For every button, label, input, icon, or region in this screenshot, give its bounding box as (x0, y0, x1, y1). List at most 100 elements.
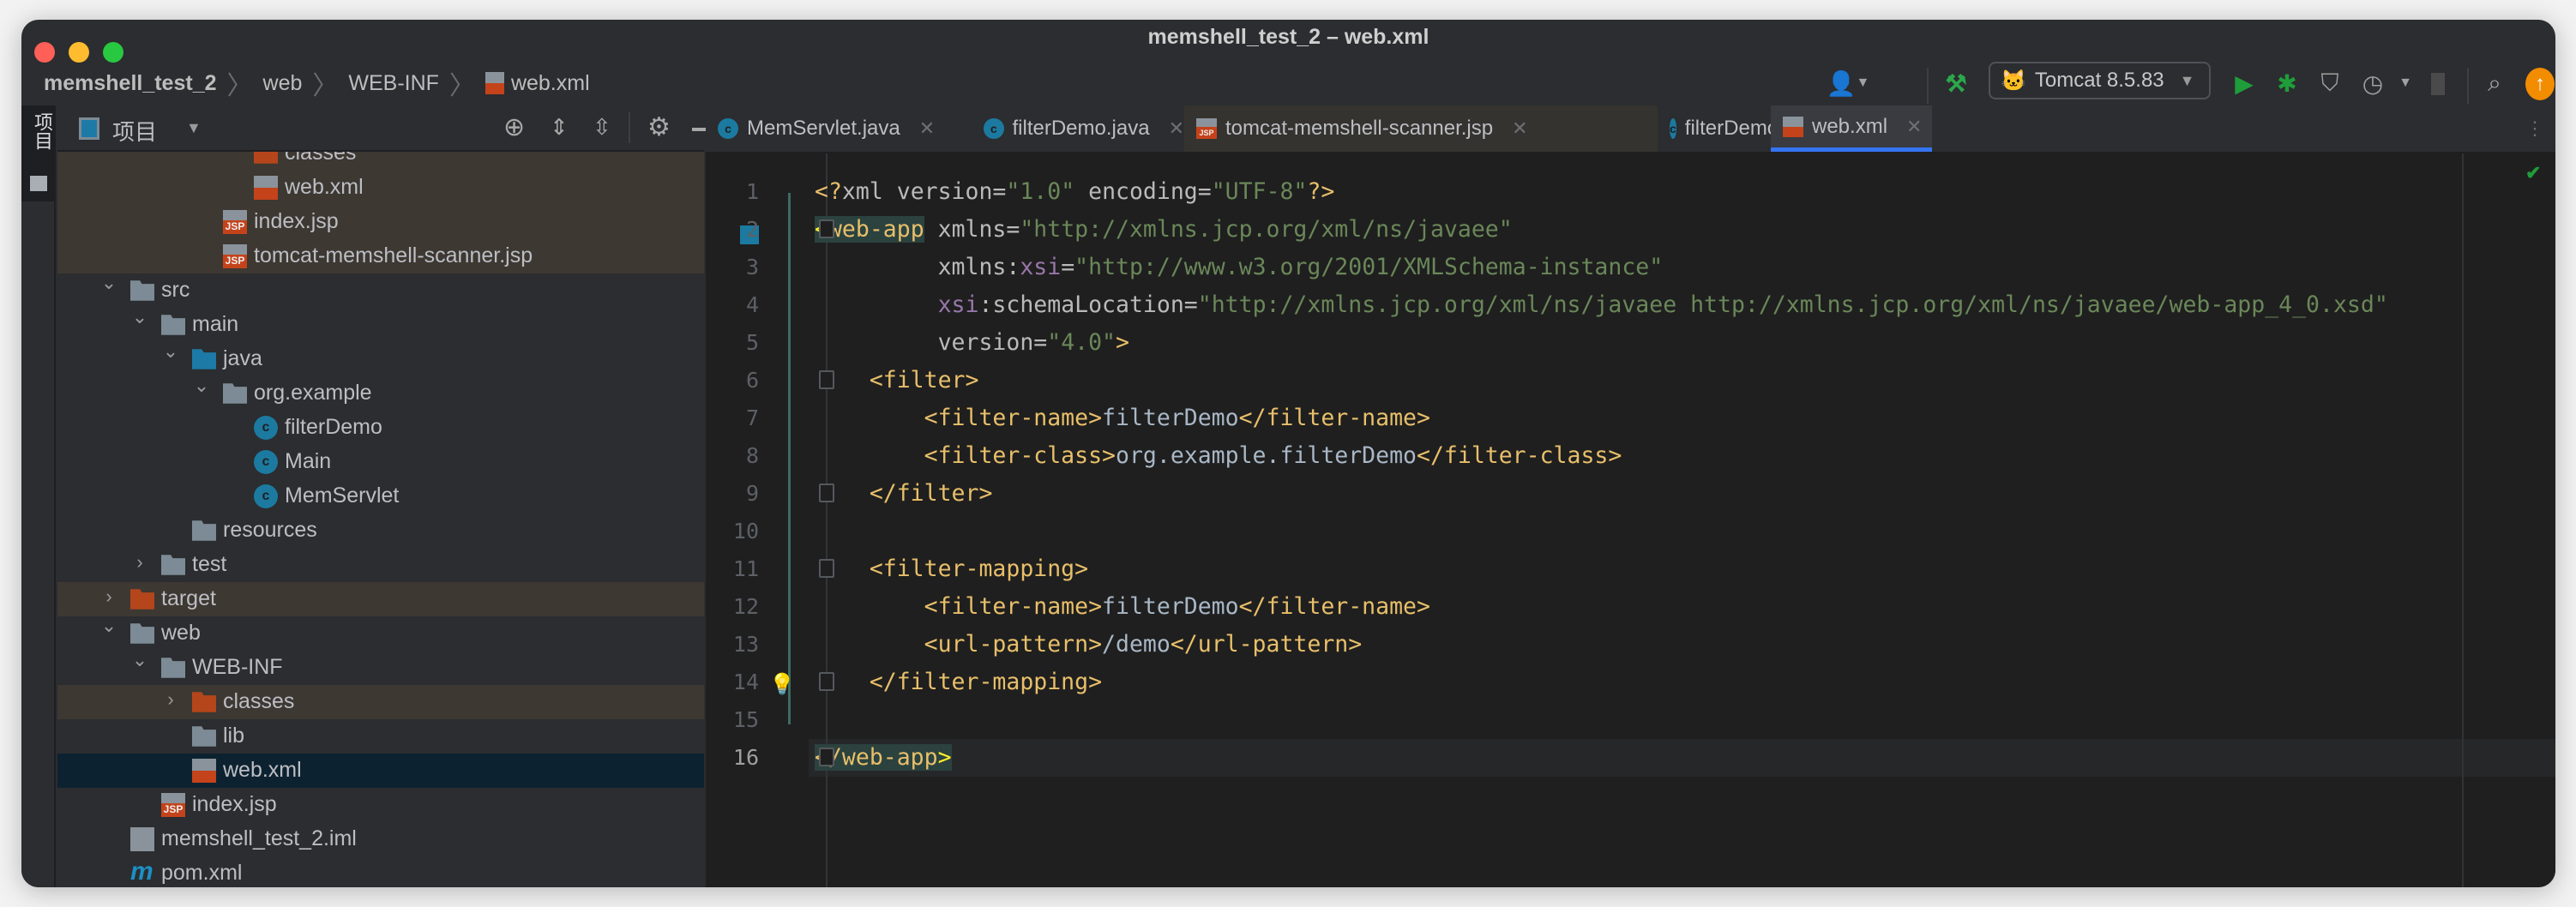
run-configuration-select[interactable]: 🐱 Tomcat 8.5.83 ▼ (1989, 62, 2211, 99)
tree-item[interactable]: › target (57, 582, 704, 616)
code-editor[interactable]: ✔ 💡 1 <?xml version="1.0" encoding="UTF-8… (706, 153, 2555, 887)
chevron-right-icon: 〉 (312, 72, 339, 100)
tree-item[interactable]: memshell_test_2.iml (57, 822, 704, 856)
fold-marker-icon[interactable] (819, 370, 834, 389)
collapse-all-icon[interactable]: ⇳ (593, 114, 611, 141)
tab-label: web.xml (1812, 114, 1888, 138)
locate-file-crosshair-icon[interactable]: ⊕ (503, 112, 525, 142)
tree-item[interactable]: ⌄ java (57, 340, 704, 376)
editor-tab-bar: ⋮ c MemServlet.java ✕ c filterDemo.java ✕ JSP t… (706, 105, 2555, 153)
code-line[interactable]: <filter-class>org.example.filterDemo</fi… (815, 437, 1622, 475)
close-tab-icon[interactable]: ✕ (1512, 117, 1527, 140)
tree-item[interactable]: JSP index.jsp (57, 205, 704, 239)
chevron-down-icon[interactable]: ⌄ (224, 152, 241, 157)
class-icon: c (254, 484, 278, 508)
breadcrumb-web-inf[interactable]: WEB-INF (348, 71, 439, 96)
tree-item[interactable]: ⌄ src (57, 272, 704, 308)
chevron-down-icon[interactable]: ⌄ (100, 615, 117, 637)
gear-icon[interactable]: ⚙ (647, 112, 671, 142)
update-available-icon[interactable]: ↑ (2525, 68, 2555, 100)
fold-marker-icon[interactable] (819, 748, 834, 766)
line-number: 1 (745, 179, 759, 204)
tree-item[interactable]: JSP tomcat-memshell-scanner.jsp (57, 239, 704, 273)
code-line[interactable]: version="4.0"> (815, 324, 1129, 362)
tab-tomcat-memshell-scanner-jsp[interactable]: JSP tomcat-memshell-scanner.jsp ✕ (1184, 105, 1658, 152)
intention-bulb-icon[interactable]: 💡 (769, 672, 795, 697)
tree-item[interactable]: JSP index.jsp (57, 788, 704, 822)
fold-marker-icon[interactable] (819, 559, 834, 578)
code-line[interactable]: </web-app> (815, 739, 952, 777)
tree-item[interactable]: web.xml (57, 754, 704, 788)
tree-item[interactable]: resources (57, 514, 704, 548)
tree-item[interactable]: web.xml (57, 171, 704, 205)
close-tab-icon[interactable]: ✕ (1169, 117, 1184, 140)
chevron-right-icon[interactable]: › (162, 688, 179, 711)
user-account-icon[interactable]: 👤 ▼ (1827, 66, 1870, 100)
code-line[interactable]: </filter> (815, 475, 993, 513)
xml-file-icon (1783, 116, 1803, 137)
tab-memservlet-java[interactable]: c MemServlet.java ✕ (706, 105, 972, 152)
build-hammer-icon[interactable]: ⚒ (1941, 66, 1971, 100)
tree-item[interactable]: ⌄ main (57, 306, 704, 342)
debug-bug-icon[interactable]: ✱ (2274, 66, 2300, 100)
more-run-options-chevron-icon[interactable]: ▼ (2397, 66, 2414, 100)
code-line[interactable]: <web-app xmlns="http://xmlns.jcp.org/xml… (815, 211, 1513, 249)
code-line[interactable]: <?xml version="1.0" encoding="UTF-8"?> (815, 173, 1334, 211)
chevron-down-icon[interactable]: ⌄ (131, 306, 148, 328)
tab-web-xml[interactable]: web.xml ✕ (1771, 105, 1932, 152)
breadcrumb-project[interactable]: memshell_test_2 (44, 71, 217, 96)
code-line[interactable]: <url-pattern>/demo</url-pattern> (815, 626, 1363, 664)
profile-icon[interactable]: ◷ (2360, 66, 2386, 100)
close-tab-icon[interactable]: ✕ (919, 117, 935, 140)
code-line[interactable]: <filter-name>filterDemo</filter-name> (815, 399, 1430, 437)
expand-all-icon[interactable]: ⇕ (550, 114, 569, 141)
breadcrumb-web[interactable]: web (263, 71, 303, 96)
chevron-down-icon[interactable]: ⌄ (193, 375, 210, 397)
code-line[interactable]: <filter> (815, 362, 979, 399)
close-tab-icon[interactable]: ✕ (1906, 116, 1922, 138)
code-line[interactable]: <filter-mapping> (815, 550, 1088, 588)
tab-filterdemo-java[interactable]: c filterDemo.java ✕ (972, 105, 1184, 152)
code-line[interactable]: </filter-mapping> (815, 664, 1102, 701)
chevron-down-icon[interactable]: ⌄ (131, 649, 148, 671)
breadcrumb-web-xml[interactable]: web.xml (511, 71, 590, 96)
right-margin-guide (2462, 153, 2464, 887)
folder-icon (30, 176, 47, 191)
tree-item[interactable]: › classes (57, 685, 704, 719)
no-problems-check-icon[interactable]: ✔ (2525, 162, 2541, 184)
tree-item[interactable]: › test (57, 548, 704, 582)
code-token: xsi (937, 291, 979, 318)
tree-item[interactable]: c MemServlet (57, 479, 704, 514)
fold-marker-icon[interactable] (819, 484, 834, 502)
tree-item[interactable]: lib (57, 719, 704, 754)
line-number: 2 (745, 217, 759, 242)
tab-overflow-menu-icon[interactable]: ⋮ (2525, 117, 2544, 140)
fold-marker-icon[interactable] (819, 219, 834, 238)
chevron-right-icon[interactable]: › (131, 551, 148, 574)
project-panel-title[interactable]: 项目 (112, 115, 157, 147)
tree-item[interactable]: c filterDemo (57, 411, 704, 445)
stop-icon[interactable] (2431, 73, 2445, 95)
toolbar-divider (1927, 68, 1929, 104)
chevron-right-icon: 〉 (226, 72, 253, 100)
view-dropdown-chevron-icon[interactable]: ▼ (186, 119, 202, 137)
code-line[interactable]: xmlns:xsi="http://www.w3.org/2001/XMLSch… (815, 249, 1664, 286)
tree-item[interactable]: ⌄ org.example (57, 375, 704, 411)
tree-item[interactable]: ⌄ classes (57, 152, 704, 171)
code-line[interactable]: <filter-name>filterDemo</filter-name> (815, 588, 1430, 626)
run-with-coverage-icon[interactable]: ⛉ (2317, 66, 2343, 100)
tree-item[interactable]: ⌄ WEB-INF (57, 649, 704, 685)
fold-marker-icon[interactable] (819, 672, 834, 691)
tree-item[interactable]: m pom.xml (57, 856, 704, 887)
project-tool-button[interactable]: 项目 (21, 105, 56, 201)
chevron-right-icon[interactable]: › (100, 586, 117, 608)
tree-item[interactable]: ⌄ web (57, 615, 704, 651)
run-icon[interactable]: ▶ (2231, 66, 2257, 100)
tree-item[interactable]: c Main (57, 445, 704, 479)
chevron-down-icon[interactable]: ⌄ (162, 340, 179, 363)
search-icon[interactable]: ⌕ (2481, 66, 2508, 100)
tab-label: tomcat-memshell-scanner.jsp (1225, 117, 1494, 140)
line-number: 9 (745, 481, 759, 506)
code-line[interactable]: xsi:schemaLocation="http://xmlns.jcp.org… (815, 286, 2388, 324)
chevron-down-icon[interactable]: ⌄ (100, 272, 117, 294)
